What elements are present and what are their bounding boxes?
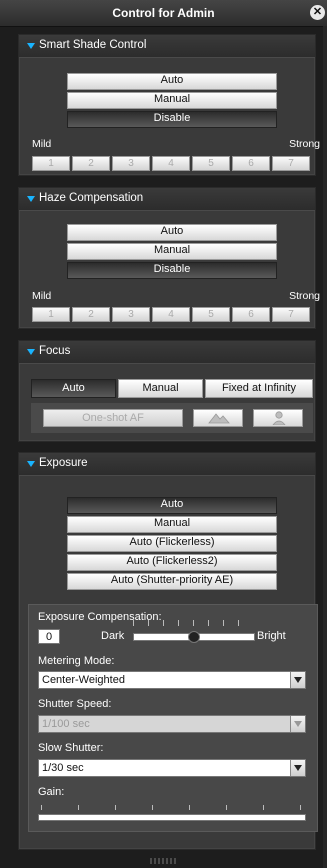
metering-mode-value: Center-Weighted <box>42 674 125 686</box>
focus-manual-button[interactable]: Manual <box>118 379 203 398</box>
smart-shade-level-5[interactable]: 5 <box>192 156 230 171</box>
exposure-header[interactable]: Exposure <box>19 453 315 476</box>
shutter-speed-label: Shutter Speed: <box>38 698 112 710</box>
smart-shade-level-3[interactable]: 3 <box>112 156 150 171</box>
chevron-down-icon <box>290 672 305 688</box>
chevron-down-icon <box>290 716 305 732</box>
metering-mode-label: Metering Mode: <box>38 655 115 667</box>
haze-title: Haze Compensation <box>39 192 144 204</box>
bright-label: Bright <box>257 630 286 642</box>
focus-header[interactable]: Focus <box>19 341 315 364</box>
gain-ticks <box>41 805 303 810</box>
haze-level-2[interactable]: 2 <box>72 307 110 322</box>
haze-min-label: Mild <box>32 290 52 302</box>
smart-shade-manual-button[interactable]: Manual <box>67 92 277 109</box>
haze-max-label: Strong <box>289 290 320 302</box>
collapse-triangle-icon <box>27 461 35 467</box>
haze-manual-button[interactable]: Manual <box>67 243 277 260</box>
portrait-focus-button[interactable] <box>253 409 303 427</box>
collapse-triangle-icon <box>27 349 35 355</box>
smart-shade-panel: Smart Shade Control Auto Manual Disable … <box>18 34 320 176</box>
exposure-title: Exposure <box>39 457 88 469</box>
smart-shade-level-4[interactable]: 4 <box>152 156 190 171</box>
haze-level-3[interactable]: 3 <box>112 307 150 322</box>
slow-shutter-label: Slow Shutter: <box>38 742 104 754</box>
dark-label: Dark <box>101 630 125 642</box>
close-icon[interactable]: ✕ <box>310 5 325 20</box>
haze-panel: Haze Compensation Auto Manual Disable Mi… <box>18 187 320 329</box>
person-icon <box>272 411 286 425</box>
smart-shade-title: Smart Shade Control <box>39 39 147 51</box>
smart-shade-level-7[interactable]: 7 <box>272 156 310 171</box>
haze-level-7[interactable]: 7 <box>272 307 310 322</box>
focus-fixed-infinity-button[interactable]: Fixed at Infinity <box>205 379 313 398</box>
collapse-triangle-icon <box>27 43 35 49</box>
metering-mode-select[interactable]: Center-Weighted <box>38 671 306 689</box>
gain-slider[interactable] <box>38 814 306 821</box>
smart-shade-min-label: Mild <box>32 138 52 150</box>
smart-shade-auto-button[interactable]: Auto <box>67 73 277 90</box>
exposure-flickerless-button[interactable]: Auto (Flickerless) <box>67 535 277 552</box>
haze-level-4[interactable]: 4 <box>152 307 190 322</box>
exposure-settings: Exposure Compensation: 0 Dark Bright Met… <box>28 604 318 832</box>
landscape-focus-button[interactable] <box>193 409 243 427</box>
exposure-shutter-priority-button[interactable]: Auto (Shutter-priority AE) <box>67 573 277 590</box>
haze-disable-button[interactable]: Disable <box>67 262 277 279</box>
shutter-speed-value: 1/100 sec <box>42 718 90 730</box>
resize-grip-icon[interactable] <box>150 858 176 864</box>
compensation-ticks <box>133 620 253 626</box>
exposure-flickerless2-button[interactable]: Auto (Flickerless2) <box>67 554 277 571</box>
slow-shutter-value: 1/30 sec <box>42 762 84 774</box>
chevron-down-icon <box>290 760 305 776</box>
exposure-compensation-value[interactable]: 0 <box>38 629 60 644</box>
focus-panel: Focus Auto Manual Fixed at Infinity One-… <box>18 340 316 442</box>
collapse-triangle-icon <box>27 196 35 202</box>
smart-shade-max-label: Strong <box>289 138 320 150</box>
scrollbar[interactable] <box>323 26 327 868</box>
exposure-auto-button[interactable]: Auto <box>67 497 277 514</box>
gain-label: Gain: <box>38 786 65 798</box>
haze-header[interactable]: Haze Compensation <box>19 188 315 211</box>
smart-shade-header[interactable]: Smart Shade Control <box>19 35 315 58</box>
exposure-manual-button[interactable]: Manual <box>67 516 277 533</box>
haze-level-1[interactable]: 1 <box>32 307 70 322</box>
haze-level-6[interactable]: 6 <box>232 307 270 322</box>
window-title: Control for Admin <box>112 6 215 20</box>
smart-shade-level-2[interactable]: 2 <box>72 156 110 171</box>
title-bar: Control for Admin ✕ <box>0 0 327 27</box>
one-shot-af-button[interactable]: One-shot AF <box>43 409 183 427</box>
focus-title: Focus <box>39 345 71 357</box>
focus-auto-button[interactable]: Auto <box>31 379 116 398</box>
mountain-icon <box>208 413 230 424</box>
haze-level-5[interactable]: 5 <box>192 307 230 322</box>
smart-shade-level-1[interactable]: 1 <box>32 156 70 171</box>
slider-thumb[interactable] <box>188 631 200 643</box>
haze-auto-button[interactable]: Auto <box>67 224 277 241</box>
slow-shutter-select[interactable]: 1/30 sec <box>38 759 306 777</box>
shutter-speed-select[interactable]: 1/100 sec <box>38 715 306 733</box>
smart-shade-disable-button[interactable]: Disable <box>67 111 277 128</box>
smart-shade-level-6[interactable]: 6 <box>232 156 270 171</box>
